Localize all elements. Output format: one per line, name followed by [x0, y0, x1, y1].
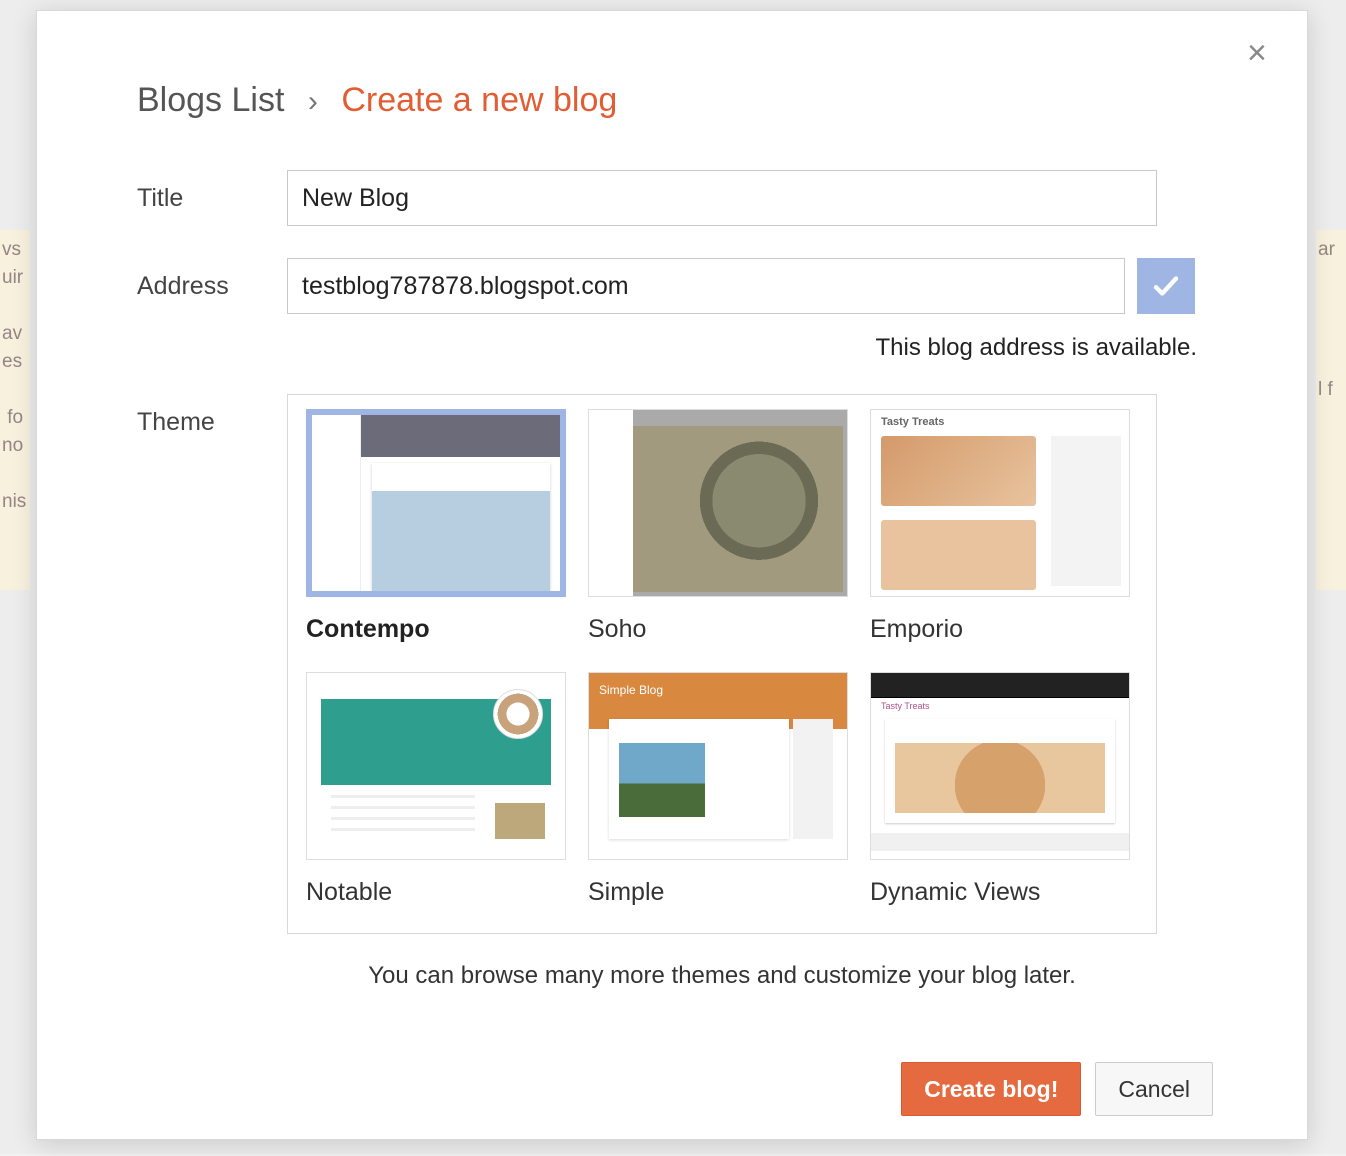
theme-thumbnail [870, 409, 1130, 597]
theme-thumbnail: Tasty Treats [870, 672, 1130, 860]
theme-option-notable[interactable]: Notable [306, 672, 574, 907]
dialog-footer: Create blog! Cancel [137, 1062, 1217, 1116]
theme-name-label: Dynamic Views [870, 878, 1138, 907]
create-blog-dialog: × Blogs List › Create a new blog Title A… [36, 10, 1308, 1140]
close-icon[interactable]: × [1247, 39, 1275, 67]
address-available-icon [1137, 258, 1195, 314]
address-status-message: This blog address is available. [287, 334, 1197, 362]
theme-thumbnail [306, 409, 566, 597]
theme-label: Theme [137, 394, 287, 437]
theme-name-label: Emporio [870, 615, 1138, 644]
breadcrumb: Blogs List › Create a new blog [137, 81, 1217, 120]
breadcrumb-separator: › [308, 85, 318, 118]
create-blog-button[interactable]: Create blog! [901, 1062, 1081, 1116]
address-input[interactable] [287, 258, 1125, 314]
theme-option-soho[interactable]: Soho [588, 409, 856, 644]
theme-option-emporio[interactable]: Emporio [870, 409, 1138, 644]
theme-name-label: Soho [588, 615, 856, 644]
breadcrumb-current: Create a new blog [341, 81, 617, 119]
theme-name-label: Simple [588, 878, 856, 907]
theme-thumbnail [588, 409, 848, 597]
theme-option-contempo[interactable]: Contempo [306, 409, 574, 644]
title-label: Title [137, 170, 287, 213]
themes-hint-text: You can browse many more themes and cust… [287, 962, 1157, 990]
theme-name-label: Notable [306, 878, 574, 907]
title-input[interactable] [287, 170, 1157, 226]
theme-thumbnail [588, 672, 848, 860]
theme-name-label: Contempo [306, 615, 574, 644]
theme-thumbnail [306, 672, 566, 860]
modal-overlay: × Blogs List › Create a new blog Title A… [0, 0, 1346, 1154]
address-label: Address [137, 258, 287, 301]
themes-container: Contempo Soho Emporio [287, 394, 1157, 934]
theme-option-simple[interactable]: Simple [588, 672, 856, 907]
cancel-button[interactable]: Cancel [1095, 1062, 1213, 1116]
theme-option-dynamic-views[interactable]: Tasty Treats Dynamic Views [870, 672, 1138, 907]
breadcrumb-root[interactable]: Blogs List [137, 81, 284, 119]
